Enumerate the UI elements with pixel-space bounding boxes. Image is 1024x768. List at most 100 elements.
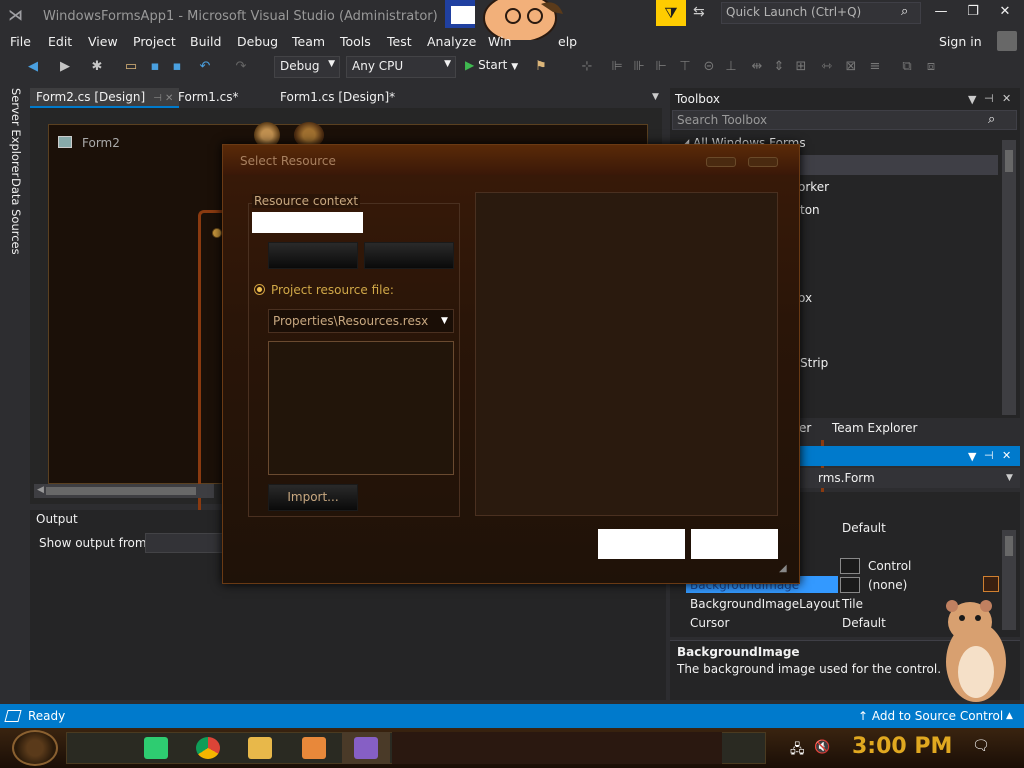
scrollbar-thumb[interactable]	[1005, 536, 1013, 556]
file-explorer-icon[interactable]	[248, 737, 272, 759]
pane-pin-icon[interactable]: ⊣	[984, 92, 994, 105]
pane-menu-chevron-icon[interactable]: ▼	[968, 450, 976, 463]
save-all-icon[interactable]: ▪	[168, 58, 186, 76]
pane-menu-chevron-icon[interactable]: ▼	[968, 93, 976, 106]
align-bottom-icon[interactable]: ⊥	[722, 58, 740, 76]
property-value[interactable]: Control	[868, 559, 911, 573]
back-icon[interactable]: ◀	[24, 58, 42, 76]
quick-launch-input[interactable]: Quick Launch (Ctrl+Q)	[721, 2, 921, 24]
server-explorer-tab[interactable]: Server Explorer	[9, 88, 23, 177]
align-middle-icon[interactable]: ⊝	[700, 58, 718, 76]
search-icon[interactable]: ⌕	[901, 4, 908, 19]
pane-pin-icon[interactable]: ⊣	[984, 449, 994, 462]
volume-muted-icon[interactable]: 🔇	[814, 740, 830, 755]
start-debugging-button[interactable]: ▶ Start ▼	[465, 58, 518, 72]
same-width-icon[interactable]: ⇹	[748, 58, 766, 76]
toolbox-selected-item[interactable]	[780, 155, 998, 175]
taskbar-clock[interactable]: 3:00 PM	[852, 734, 952, 759]
notifications-icon[interactable]: 🗨	[972, 738, 992, 758]
local-import-button[interactable]	[268, 242, 358, 269]
toolbox-item[interactable]: ton	[800, 203, 820, 217]
tab-form1-code[interactable]: Form1.cs*	[172, 88, 245, 108]
undo-icon[interactable]: ↶	[196, 58, 214, 76]
vertical-spacing-icon[interactable]: ≡	[866, 58, 884, 76]
property-name[interactable]: BackgroundImageLayout	[690, 597, 840, 611]
menu-tools[interactable]: Tools	[340, 34, 371, 49]
dialog-close-button[interactable]	[748, 157, 778, 167]
align-grid-icon[interactable]: ⊹	[578, 58, 596, 76]
same-size-icon[interactable]: ⊞	[792, 58, 810, 76]
pin-icon[interactable]: ⊣ ✕	[153, 93, 173, 104]
scrollbar-thumb[interactable]	[1005, 150, 1013, 172]
property-value[interactable]: Default	[842, 521, 886, 535]
tab-team-explorer[interactable]: Team Explorer	[832, 421, 918, 435]
property-name[interactable]: Cursor	[690, 616, 729, 630]
add-to-source-control-button[interactable]: ↑ Add to Source Control	[858, 709, 1003, 723]
pane-close-icon[interactable]: ✕	[1002, 449, 1011, 462]
chevron-up-icon[interactable]: ▲	[1006, 711, 1013, 721]
menu-edit[interactable]: Edit	[48, 34, 72, 49]
spotify-icon[interactable]	[144, 737, 168, 759]
menu-analyze[interactable]: Analyze	[427, 34, 476, 49]
menu-debug[interactable]: Debug	[237, 34, 278, 49]
account-icon[interactable]	[997, 31, 1017, 51]
minimize-button[interactable]: —	[926, 4, 956, 24]
horizontal-spacing-icon[interactable]: ⇿	[818, 58, 836, 76]
menu-help[interactable]: elp	[558, 34, 577, 49]
forward-icon[interactable]: ▶	[56, 58, 74, 76]
scrollbar-thumb[interactable]	[46, 487, 196, 495]
start-menu-button[interactable]	[12, 730, 58, 766]
menu-project[interactable]: Project	[133, 34, 176, 49]
new-project-icon[interactable]: ✱	[88, 58, 106, 76]
property-value[interactable]: Tile	[842, 597, 863, 611]
resource-list[interactable]	[268, 341, 454, 475]
live-share-icon[interactable]: ⇆	[693, 4, 713, 24]
toolbox-vertical-scrollbar[interactable]	[1002, 140, 1016, 415]
align-right-icon[interactable]: ⊩	[652, 58, 670, 76]
close-button[interactable]: ✕	[990, 4, 1020, 24]
visual-studio-icon[interactable]	[354, 737, 378, 759]
align-left-icon[interactable]: ⊫	[608, 58, 626, 76]
toolbox-item[interactable]: ox	[798, 291, 812, 305]
open-folder-icon[interactable]: ▭	[122, 58, 140, 76]
network-icon[interactable]: 🖧	[790, 740, 805, 762]
data-sources-tab[interactable]: Data Sources	[9, 178, 23, 255]
color-swatch[interactable]	[840, 558, 860, 574]
redo-icon[interactable]: ↷	[232, 58, 250, 76]
property-value[interactable]: (none)	[868, 578, 907, 592]
scroll-left-icon[interactable]: ◀	[37, 485, 44, 495]
resource-file-select[interactable]: Properties\Resources.resx	[268, 309, 454, 333]
local-clear-button[interactable]	[364, 242, 454, 269]
chrome-icon[interactable]	[196, 737, 220, 759]
menu-team[interactable]: Team	[292, 34, 325, 49]
local-resource-radio[interactable]	[252, 212, 363, 233]
toolbox-item[interactable]: Strip	[800, 356, 828, 370]
ok-button[interactable]	[598, 529, 685, 559]
chevron-down-icon[interactable]: ▼	[441, 316, 448, 326]
increase-spacing-icon[interactable]: ⊠	[842, 58, 860, 76]
align-center-icon[interactable]: ⊪	[630, 58, 648, 76]
toolbox-item[interactable]: orker	[798, 180, 829, 194]
dialog-minimize-button[interactable]	[706, 157, 736, 167]
menu-build[interactable]: Build	[190, 34, 221, 49]
document-list-chevron-icon[interactable]: ▼	[652, 92, 659, 102]
resize-grip-icon[interactable]: ◢	[779, 563, 787, 574]
menu-view[interactable]: View	[88, 34, 118, 49]
menu-test[interactable]: Test	[387, 34, 412, 49]
pane-close-icon[interactable]: ✕	[1002, 92, 1011, 105]
save-icon[interactable]: ▪	[146, 58, 164, 76]
bring-to-front-icon[interactable]: ⧉	[898, 58, 916, 76]
same-height-icon[interactable]: ⇕	[770, 58, 788, 76]
send-to-back-icon[interactable]: ⧈	[922, 58, 940, 76]
menu-window[interactable]: Win	[488, 34, 511, 49]
chevron-down-icon[interactable]: ▼	[1006, 473, 1013, 483]
toolbox-search-input[interactable]: Search Toolbox	[672, 110, 1017, 130]
menu-file[interactable]: File	[10, 34, 31, 49]
sign-in-link[interactable]: Sign in	[939, 34, 982, 49]
project-resource-label[interactable]: Project resource file:	[271, 283, 394, 297]
image-swatch[interactable]	[840, 577, 860, 593]
import-button[interactable]: Import...	[268, 484, 358, 511]
property-value[interactable]: Default	[842, 616, 886, 630]
search-icon[interactable]: ⌕	[988, 112, 995, 127]
project-resource-radio[interactable]	[254, 284, 265, 295]
